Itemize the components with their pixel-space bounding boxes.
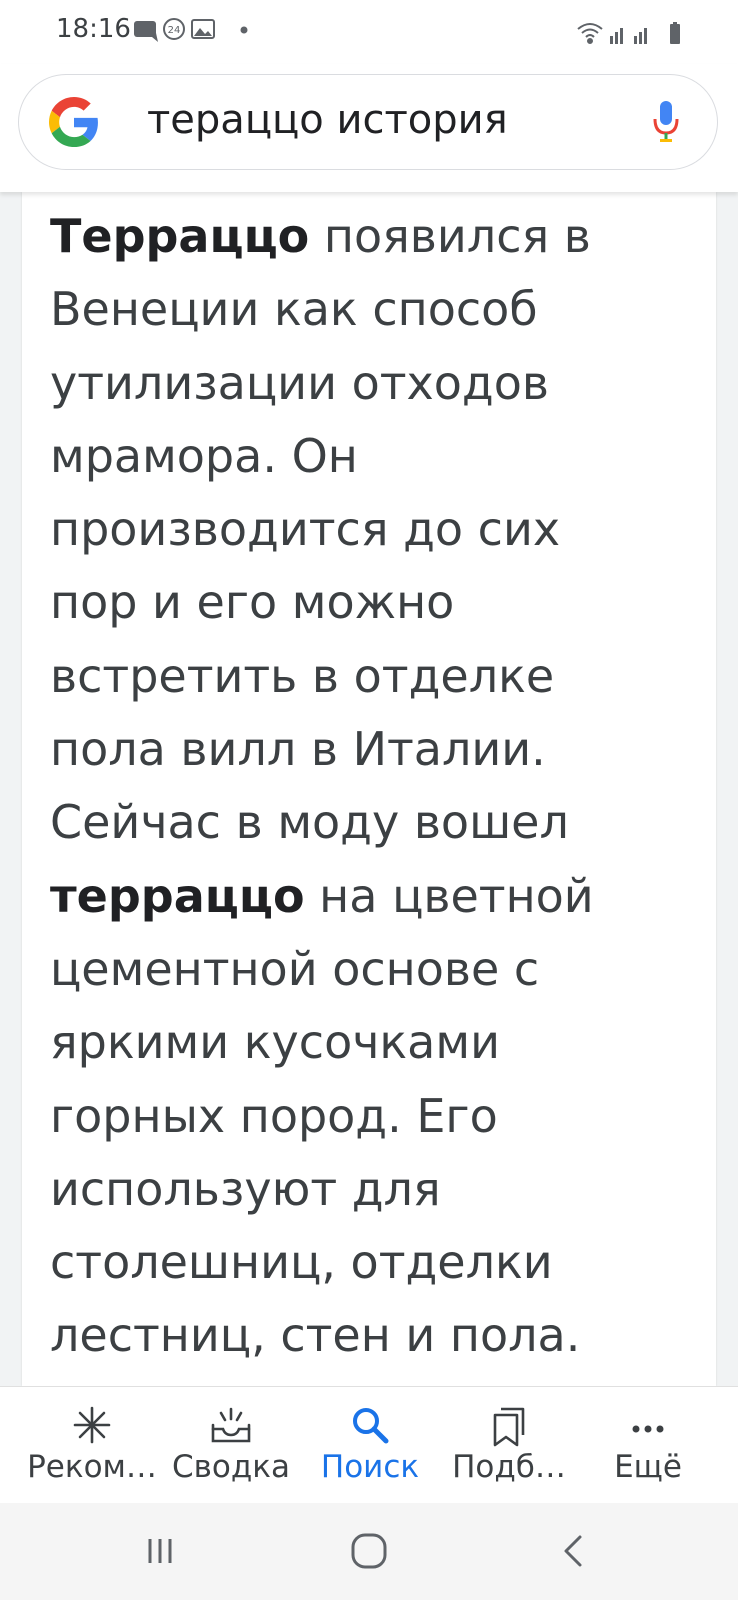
snippet-line: горных пород. Его — [50, 1088, 498, 1143]
search-box[interactable]: тераццо история — [18, 74, 718, 170]
snippet-line: цементной основе с — [50, 941, 540, 996]
nav-label: Реком… — [27, 1449, 157, 1485]
nav-more[interactable]: Ещё — [574, 1387, 722, 1503]
snippet-line: используют для — [50, 1161, 441, 1216]
signal-icon — [610, 28, 623, 44]
nav-collections[interactable]: Подб… — [435, 1387, 583, 1503]
svg-text:24: 24 — [168, 25, 181, 36]
snippet-line: пола вилл в Италии. — [50, 722, 546, 777]
message-icon — [134, 21, 158, 42]
snippet-text: Терраццо появился в Венеции как способ у… — [50, 200, 700, 1373]
back-icon — [564, 1535, 582, 1567]
back-button[interactable] — [514, 1502, 634, 1600]
mic-icon[interactable] — [651, 97, 681, 147]
wifi-icon — [577, 23, 603, 44]
snippet-line: встретить в отделке — [50, 648, 555, 703]
search-icon — [353, 1408, 389, 1444]
snippet-line: Венеции как способ — [50, 282, 538, 337]
snippet-line: производится до сих — [50, 502, 561, 557]
snippet-line: Сейчас в моду вошел — [50, 795, 569, 850]
bottom-navigation: Реком… Сводка Поиск Подб… Ещё — [0, 1386, 738, 1503]
image-icon — [191, 19, 215, 39]
google-g-logo — [49, 97, 98, 147]
clock-24-icon: 24 — [163, 18, 185, 40]
recents-button[interactable] — [100, 1502, 220, 1600]
search-query[interactable]: тераццо история — [147, 97, 508, 143]
search-header: тераццо история — [0, 64, 738, 192]
nav-label: Ещё — [614, 1449, 682, 1485]
more-icon — [632, 1425, 664, 1433]
inbox-icon — [211, 1407, 251, 1443]
asterisk-icon — [73, 1406, 111, 1444]
status-bar: 18:16 24 — [0, 0, 738, 64]
snippet-line: Терраццо появился в — [50, 209, 591, 263]
nav-recommendations[interactable]: Реком… — [18, 1387, 166, 1503]
snippet-line: мрамора. Он — [50, 428, 358, 483]
snippet-line: терраццо на цветной — [50, 868, 594, 923]
featured-snippet-card: Терраццо появился в Венеции как способ у… — [22, 192, 716, 1386]
snippet-line: утилизации отходов — [50, 355, 549, 410]
collections-icon — [493, 1407, 525, 1447]
signal-icon — [634, 28, 647, 44]
status-right-icons — [577, 22, 680, 44]
nav-label: Поиск — [320, 1449, 420, 1485]
home-button[interactable] — [309, 1502, 429, 1600]
nav-label: Подб… — [452, 1449, 566, 1485]
snippet-line: столешниц, отделки — [50, 1235, 553, 1290]
recents-icon — [148, 1539, 172, 1563]
dot-icon — [240, 26, 248, 34]
status-time: 18:16 — [56, 14, 131, 44]
status-left-icons: 24 — [134, 18, 248, 42]
nav-label: Сводка — [171, 1449, 291, 1485]
snippet-line: лестниц, стен и пола. — [50, 1308, 581, 1363]
battery-icon — [670, 22, 680, 44]
nav-digest[interactable]: Сводка — [157, 1387, 305, 1503]
home-icon — [351, 1533, 387, 1569]
nav-search[interactable]: Поиск — [296, 1387, 444, 1503]
snippet-line: яркими кусочками — [50, 1015, 500, 1070]
snippet-line: пор и его можно — [50, 575, 455, 630]
system-navigation-bar — [0, 1502, 738, 1600]
